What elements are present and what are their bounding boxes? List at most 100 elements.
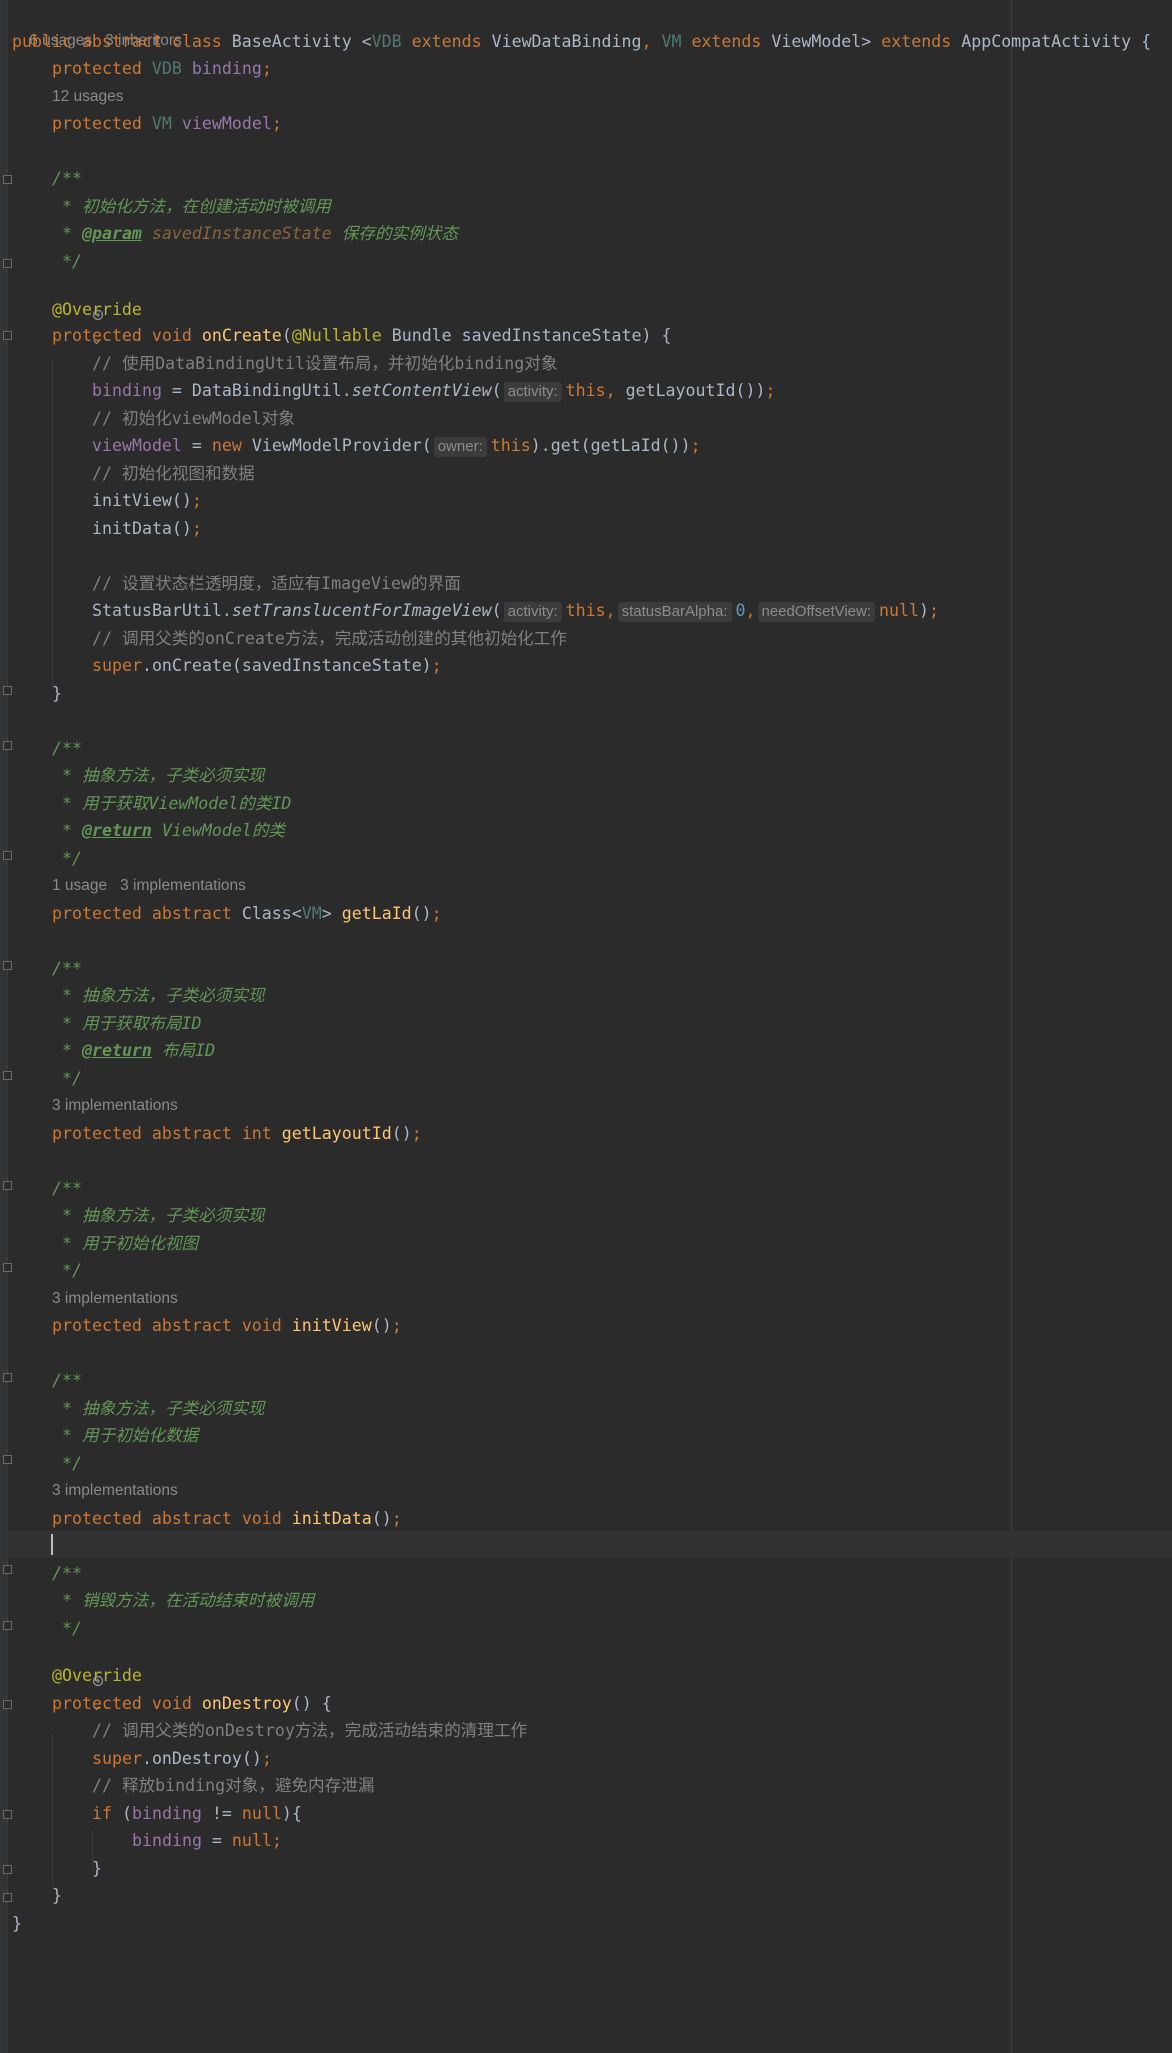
- usage-hints: 1 usage 3 implementations: [52, 872, 246, 899]
- right-margin-guide: [1011, 0, 1012, 2053]
- if-statement: if (binding != null){: [92, 1800, 302, 1827]
- keyword: if: [92, 1804, 112, 1823]
- fold-marker[interactable]: [3, 259, 12, 268]
- semicolon: ;: [431, 904, 442, 923]
- code-text: =: [181, 436, 212, 455]
- implementations-hint[interactable]: 3 implementations: [52, 1477, 178, 1504]
- doc-comment: /**: [52, 169, 82, 188]
- keyword: protected void: [52, 326, 192, 345]
- fold-marker[interactable]: [3, 1893, 12, 1902]
- statement: initData();: [92, 515, 202, 542]
- semicolon: ;: [431, 656, 442, 675]
- fold-marker[interactable]: [3, 331, 12, 340]
- method-declaration: protected abstract int getLayoutId();: [52, 1120, 422, 1147]
- fold-marker[interactable]: [3, 175, 12, 184]
- punct: ){: [281, 1804, 302, 1823]
- statement: initView();: [92, 487, 202, 514]
- keyword: protected abstract: [52, 904, 232, 923]
- class-name: BaseActivity: [231, 32, 352, 51]
- type-name: ViewModel: [771, 32, 862, 51]
- doc-comment: * 用于初始化数据: [52, 1426, 199, 1445]
- field-name: viewModel: [92, 436, 182, 455]
- class-declaration: public abstract class BaseActivity <VDB …: [12, 28, 1151, 55]
- text-caret: [51, 1534, 53, 1555]
- fold-marker[interactable]: [3, 1455, 12, 1464]
- keyword: protected abstract void: [52, 1509, 282, 1528]
- semicolon: ;: [261, 1749, 272, 1768]
- closing-brace: }: [12, 1914, 22, 1933]
- punct: () {: [291, 1694, 332, 1713]
- fold-marker[interactable]: [3, 1565, 12, 1574]
- fold-marker[interactable]: [3, 1181, 12, 1190]
- usages-hint[interactable]: 1 usage: [52, 877, 107, 894]
- doc-comment: */: [52, 1619, 82, 1638]
- fold-marker[interactable]: [3, 741, 12, 750]
- punct: (): [371, 1509, 392, 1528]
- fold-marker[interactable]: [3, 1263, 12, 1272]
- doc-text: 布局ID: [151, 1041, 216, 1060]
- line-comment: // 释放binding对象，避免内存泄漏: [92, 1776, 375, 1795]
- punct: (): [391, 1124, 412, 1143]
- doc-comment: * 抽象方法，子类必须实现: [52, 1399, 265, 1418]
- keyword: protected abstract void: [52, 1316, 282, 1335]
- method-name: getLayoutId: [281, 1124, 392, 1143]
- fold-marker[interactable]: [3, 1621, 12, 1630]
- params: Bundle savedInstanceState) {: [381, 326, 672, 345]
- doc-comment: * @param savedInstanceState 保存的实例状态: [52, 220, 458, 247]
- line-comment: // 使用DataBindingUtil设置布局，并初始化binding对象: [92, 354, 558, 373]
- doc-comment: */: [52, 1069, 82, 1088]
- keyword: extends: [881, 32, 952, 51]
- keyword: protected: [52, 114, 142, 133]
- doc-comment: /**: [52, 1179, 82, 1198]
- semicolon: ;: [191, 491, 202, 510]
- fold-marker[interactable]: [3, 961, 12, 970]
- fold-marker[interactable]: [3, 851, 12, 860]
- ondestroy-signature: protected void onDestroy() {: [52, 1690, 332, 1717]
- method-declaration: protected abstract void initData();: [52, 1505, 402, 1532]
- punct: ,: [745, 601, 756, 620]
- doc-text: 保存的实例状态: [331, 224, 458, 243]
- code-text: = DataBindingUtil.: [161, 381, 352, 400]
- usages-hint[interactable]: 12 usages: [52, 83, 124, 110]
- doc-comment: * 用于获取ViewModel的类ID: [52, 794, 292, 813]
- semicolon: ;: [929, 601, 939, 620]
- punct: (: [281, 326, 292, 345]
- keyword: extends: [691, 32, 762, 51]
- parameter-hint: statusBarAlpha:: [617, 602, 732, 622]
- field-name: binding: [132, 1831, 202, 1850]
- statement: StatusBarUtil.setTranslucentForImageView…: [92, 597, 939, 624]
- implementations-hint[interactable]: 3 implementations: [52, 1092, 178, 1119]
- fold-marker[interactable]: [3, 1700, 12, 1709]
- closing-brace: }: [52, 1886, 62, 1905]
- keyword: extends: [411, 32, 482, 51]
- implementations-hint[interactable]: 3 implementations: [52, 1285, 178, 1312]
- fold-marker[interactable]: [3, 686, 12, 695]
- doc-comment: */: [52, 849, 82, 868]
- fold-marker[interactable]: [3, 1810, 12, 1819]
- doc-comment: * 用于获取布局ID: [52, 1014, 202, 1033]
- statement: binding = null;: [132, 1827, 282, 1854]
- code-text: .onCreate(savedInstanceState): [141, 656, 432, 675]
- implementations-hint[interactable]: 3 implementations: [120, 877, 246, 894]
- punct: (): [371, 1316, 392, 1335]
- doc-comment: * @return 布局ID: [52, 1037, 215, 1064]
- code-text: ).get(getLaId()): [530, 436, 691, 455]
- parameter-hint: activity:: [503, 382, 562, 402]
- type-param: VDB: [371, 32, 402, 51]
- punct: >: [321, 904, 342, 923]
- field-name: binding: [131, 1804, 202, 1823]
- fold-marker[interactable]: [3, 1071, 12, 1080]
- closing-brace: }: [92, 1859, 102, 1878]
- fold-marker[interactable]: [3, 1865, 12, 1874]
- oncreate-signature: protected void onCreate(@Nullable Bundle…: [52, 322, 671, 349]
- method-name: getLaId: [341, 904, 412, 923]
- annotation: @Override: [52, 1666, 142, 1685]
- code-editor[interactable]: 6 usages 3 inheritors public abstract cl…: [0, 0, 1172, 2053]
- keyword: null: [241, 1804, 282, 1823]
- line-comment: // 初始化viewModel对象: [92, 409, 295, 428]
- fold-marker[interactable]: [3, 1373, 12, 1382]
- doc-comment: * 用于初始化视图: [52, 1234, 199, 1253]
- type-param: VM: [151, 114, 172, 133]
- keyword: protected abstract int: [52, 1124, 272, 1143]
- closing-brace: }: [52, 684, 62, 703]
